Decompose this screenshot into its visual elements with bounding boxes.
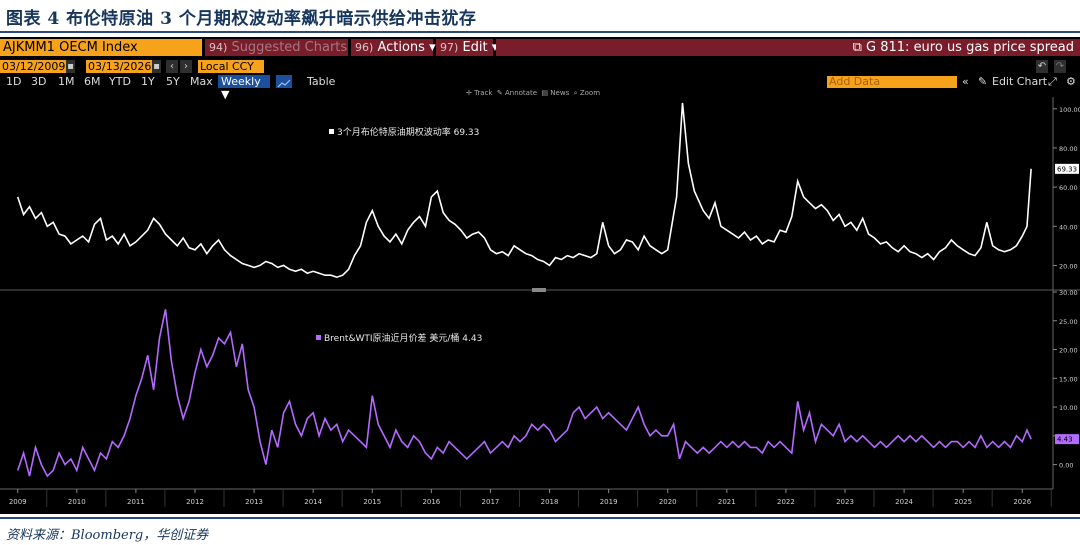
spread-legend-label: Brent&WTI原油近月价差 美元/桶 4.43 bbox=[324, 332, 482, 344]
x-tick-label: 2023 bbox=[836, 498, 854, 506]
x-axis: 2009 2010 2011 2012 2013 2014 2015 2016 2017 2018… bbox=[9, 489, 1052, 507]
x-tick-label: 2012 bbox=[186, 498, 204, 506]
source-divider bbox=[0, 517, 1080, 519]
panel-resize-handle[interactable] bbox=[532, 288, 546, 292]
title-divider bbox=[0, 31, 1080, 33]
x-tick-label: 2016 bbox=[422, 498, 440, 506]
volatility-last-value-label: 69.33 bbox=[1057, 165, 1077, 173]
x-tick-label: 2025 bbox=[954, 498, 972, 506]
x-tick-label: 2014 bbox=[304, 498, 322, 506]
x-tick-label: 2022 bbox=[777, 498, 795, 506]
x-tick-label: 2018 bbox=[541, 498, 559, 506]
volatility-panel: 20.00 40.00 60.00 80.00 100.00 69.33 3个月布伦特原… bbox=[16, 102, 1080, 279]
chart-area: 20.00 40.00 60.00 80.00 100.00 69.33 3个月布伦特原… bbox=[0, 97, 1080, 507]
volatility-series-line bbox=[16, 102, 1032, 279]
x-tick-label: 2013 bbox=[245, 498, 263, 506]
bloomberg-terminal: AJKMM1 OECM Index 94) Suggested Charts ▾… bbox=[0, 37, 1080, 514]
x-tick-label: 2017 bbox=[482, 498, 500, 506]
y-tick-label: 60.00 bbox=[1059, 184, 1078, 192]
y-tick-label: 0.00 bbox=[1059, 462, 1073, 470]
spread-panel: 0.005.0010.0015.0020.0025.0030.00 4.43 B… bbox=[16, 289, 1079, 478]
volatility-y-axis: 20.00 40.00 60.00 80.00 100.00 bbox=[1053, 106, 1080, 270]
spread-legend-swatch bbox=[316, 335, 321, 340]
volatility-legend-swatch bbox=[329, 129, 334, 134]
y-tick-label: 80.00 bbox=[1059, 145, 1078, 153]
x-tick-label: 2015 bbox=[363, 498, 381, 506]
y-tick-label: 20.00 bbox=[1059, 347, 1078, 355]
y-tick-label: 30.00 bbox=[1059, 289, 1078, 297]
y-tick-label: 10.00 bbox=[1059, 404, 1078, 412]
y-tick-label: 100.00 bbox=[1059, 106, 1080, 114]
volatility-legend-label: 3个月布伦特原油期权波动率 69.33 bbox=[337, 126, 479, 138]
spread-last-value-label: 4.43 bbox=[1057, 436, 1073, 444]
y-tick-label: 15.00 bbox=[1059, 375, 1078, 383]
figure-source: 资料来源：Bloomberg，华创证券 bbox=[6, 528, 209, 543]
y-tick-label: 20.00 bbox=[1059, 262, 1078, 270]
x-tick-label: 2021 bbox=[718, 498, 736, 506]
figure-title: 图表 4 布伦特原油 3 个月期权波动率飙升暗示供给冲击犹存 bbox=[6, 9, 477, 29]
x-tick-label: 2019 bbox=[600, 498, 618, 506]
x-tick-label: 2011 bbox=[127, 498, 145, 506]
x-tick-label: 2026 bbox=[1013, 498, 1031, 506]
x-tick-label: 2010 bbox=[68, 498, 86, 506]
y-tick-label: 25.00 bbox=[1059, 318, 1078, 326]
x-tick-label: 2024 bbox=[895, 498, 913, 506]
x-tick-label: 2020 bbox=[659, 498, 677, 506]
x-tick-label: 2009 bbox=[9, 498, 27, 506]
y-tick-label: 40.00 bbox=[1059, 223, 1078, 231]
spread-series-line bbox=[16, 309, 1032, 478]
